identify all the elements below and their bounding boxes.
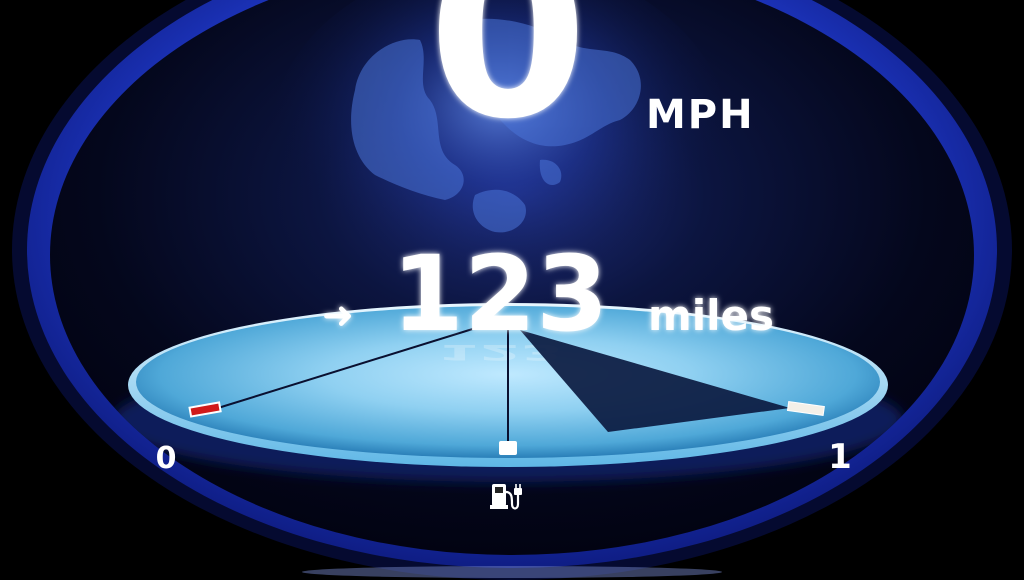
range-unit: miles — [648, 291, 774, 340]
speed-readout: 0 — [428, 0, 588, 170]
gauge-full-label: 1 — [828, 437, 852, 477]
cluster-display: 123 0 MPH ➜ 123 miles 0 1 — [12, 0, 1012, 580]
speed-value: 0 — [428, 0, 588, 170]
gauge-empty-label: 0 — [156, 441, 177, 476]
center-marker — [499, 441, 517, 455]
instrument-cluster: 123 0 MPH ➜ 123 miles 0 1 — [0, 0, 1024, 580]
bottom-reflection — [302, 566, 722, 578]
range-value: 123 — [391, 233, 608, 355]
speed-unit: MPH — [646, 92, 755, 138]
range-arrow-icon: ➜ — [322, 293, 354, 337]
